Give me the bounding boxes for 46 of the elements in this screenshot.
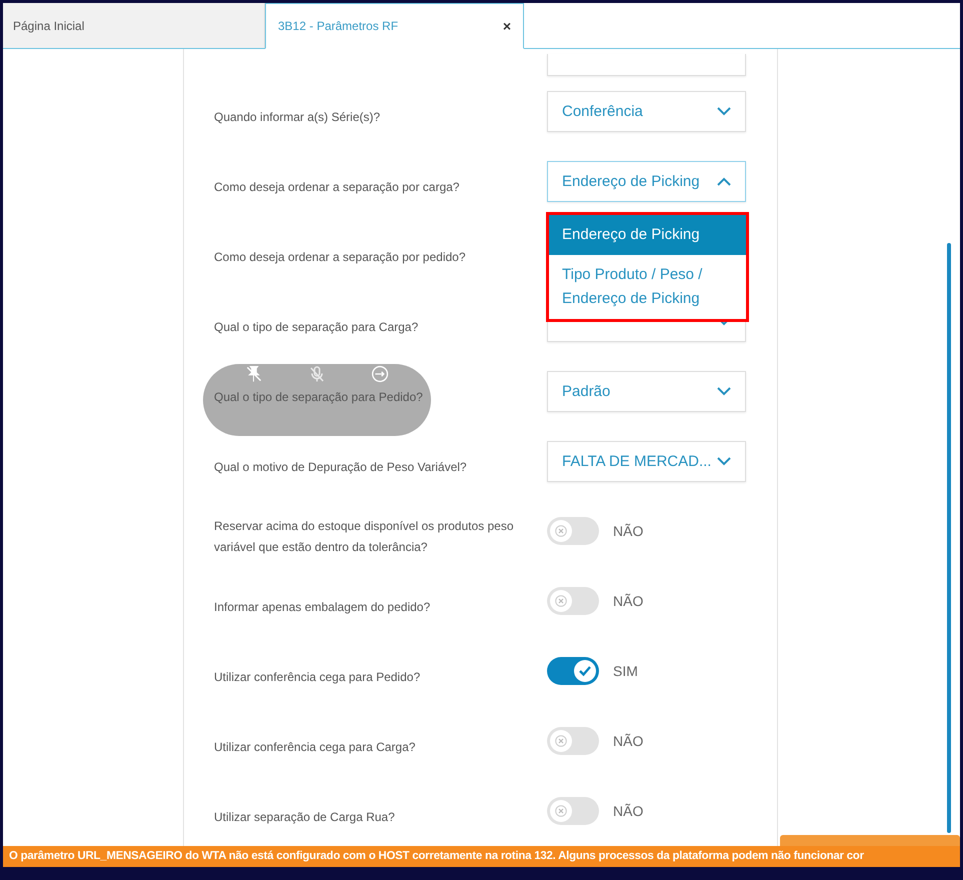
chevron-icon <box>717 386 731 396</box>
parameter-label: Utilizar conferência cega para Pedido? <box>214 668 422 686</box>
action-button[interactable] <box>780 835 960 846</box>
parameter-label: Informar apenas embalagem do pedido? <box>214 598 432 616</box>
toggle-state: NÃO <box>613 803 644 819</box>
x-icon <box>555 595 567 607</box>
toggle-switch[interactable] <box>547 727 599 755</box>
parameter-label: Como deseja ordenar a separação por pedido? <box>214 248 467 266</box>
toggle-switch[interactable] <box>547 797 599 825</box>
close-tab-button[interactable]: × <box>502 18 511 34</box>
warning-banner: O parâmetro URL_MENSAGEIRO do WTA não está configurado com o HOST corretamente na rotina 132. Alguns processos da plataforma podem não funcionar cor <box>3 846 960 867</box>
dropdown-field[interactable]: Conferência <box>547 90 746 132</box>
dropdown-field[interactable]: FALTA DE MERCAD... <box>547 440 746 482</box>
parameter-label: Reservar acima do estoque disponível os produtos peso variável que estão dentro da tolerância? <box>214 518 515 556</box>
chevron-icon <box>717 176 731 186</box>
toggle-switch[interactable] <box>547 587 599 615</box>
parameter-label: Qual o tipo de separação para Carga? <box>214 318 420 336</box>
check-icon <box>578 664 592 678</box>
chevron-icon <box>717 106 731 116</box>
parameter-label: Qual o tipo de separação para Pedido? <box>214 388 424 406</box>
toggle-state: NÃO <box>613 733 644 749</box>
chevron-icon <box>717 456 731 466</box>
x-icon <box>555 525 567 537</box>
mic-off-icon[interactable] <box>308 365 326 383</box>
x-icon <box>555 805 567 817</box>
dropdown-field[interactable] <box>547 54 746 76</box>
toggle-state: NÃO <box>613 523 644 539</box>
dropdown-option[interactable]: Tipo Produto / Peso / Endereço de Picking <box>549 254 746 318</box>
parameter-label: Como deseja ordenar a separação por carga? <box>214 178 460 196</box>
scrollbar-thumb[interactable] <box>947 243 951 833</box>
pin-off-icon[interactable] <box>245 365 264 383</box>
x-icon <box>555 735 567 747</box>
parameter-label: Utilizar separação de Carga Rua? <box>214 808 396 826</box>
parameter-label: Utilizar conferência cega para Carga? <box>214 738 416 756</box>
parameter-label: Quando informar a(s) Série(s)? <box>214 108 382 126</box>
parameter-label: Qual o motivo de Depuração de Peso Variável? <box>214 458 468 476</box>
toggle-switch[interactable] <box>547 657 599 685</box>
tab[interactable]: 3B12 - Parâmetros RF × <box>265 3 524 49</box>
toggle-state: NÃO <box>613 593 644 609</box>
tab[interactable]: Página Inicial <box>3 3 265 48</box>
dropdown-field[interactable]: Padrão <box>547 370 746 412</box>
toggle-switch[interactable] <box>547 517 599 545</box>
tab-label: 3B12 - Parâmetros RF <box>278 19 398 33</box>
toggle-state: SIM <box>613 663 638 679</box>
dropdown-field[interactable]: Endereço de Picking <box>547 160 746 202</box>
dropdown-option[interactable]: Endereço de Picking <box>549 214 746 254</box>
